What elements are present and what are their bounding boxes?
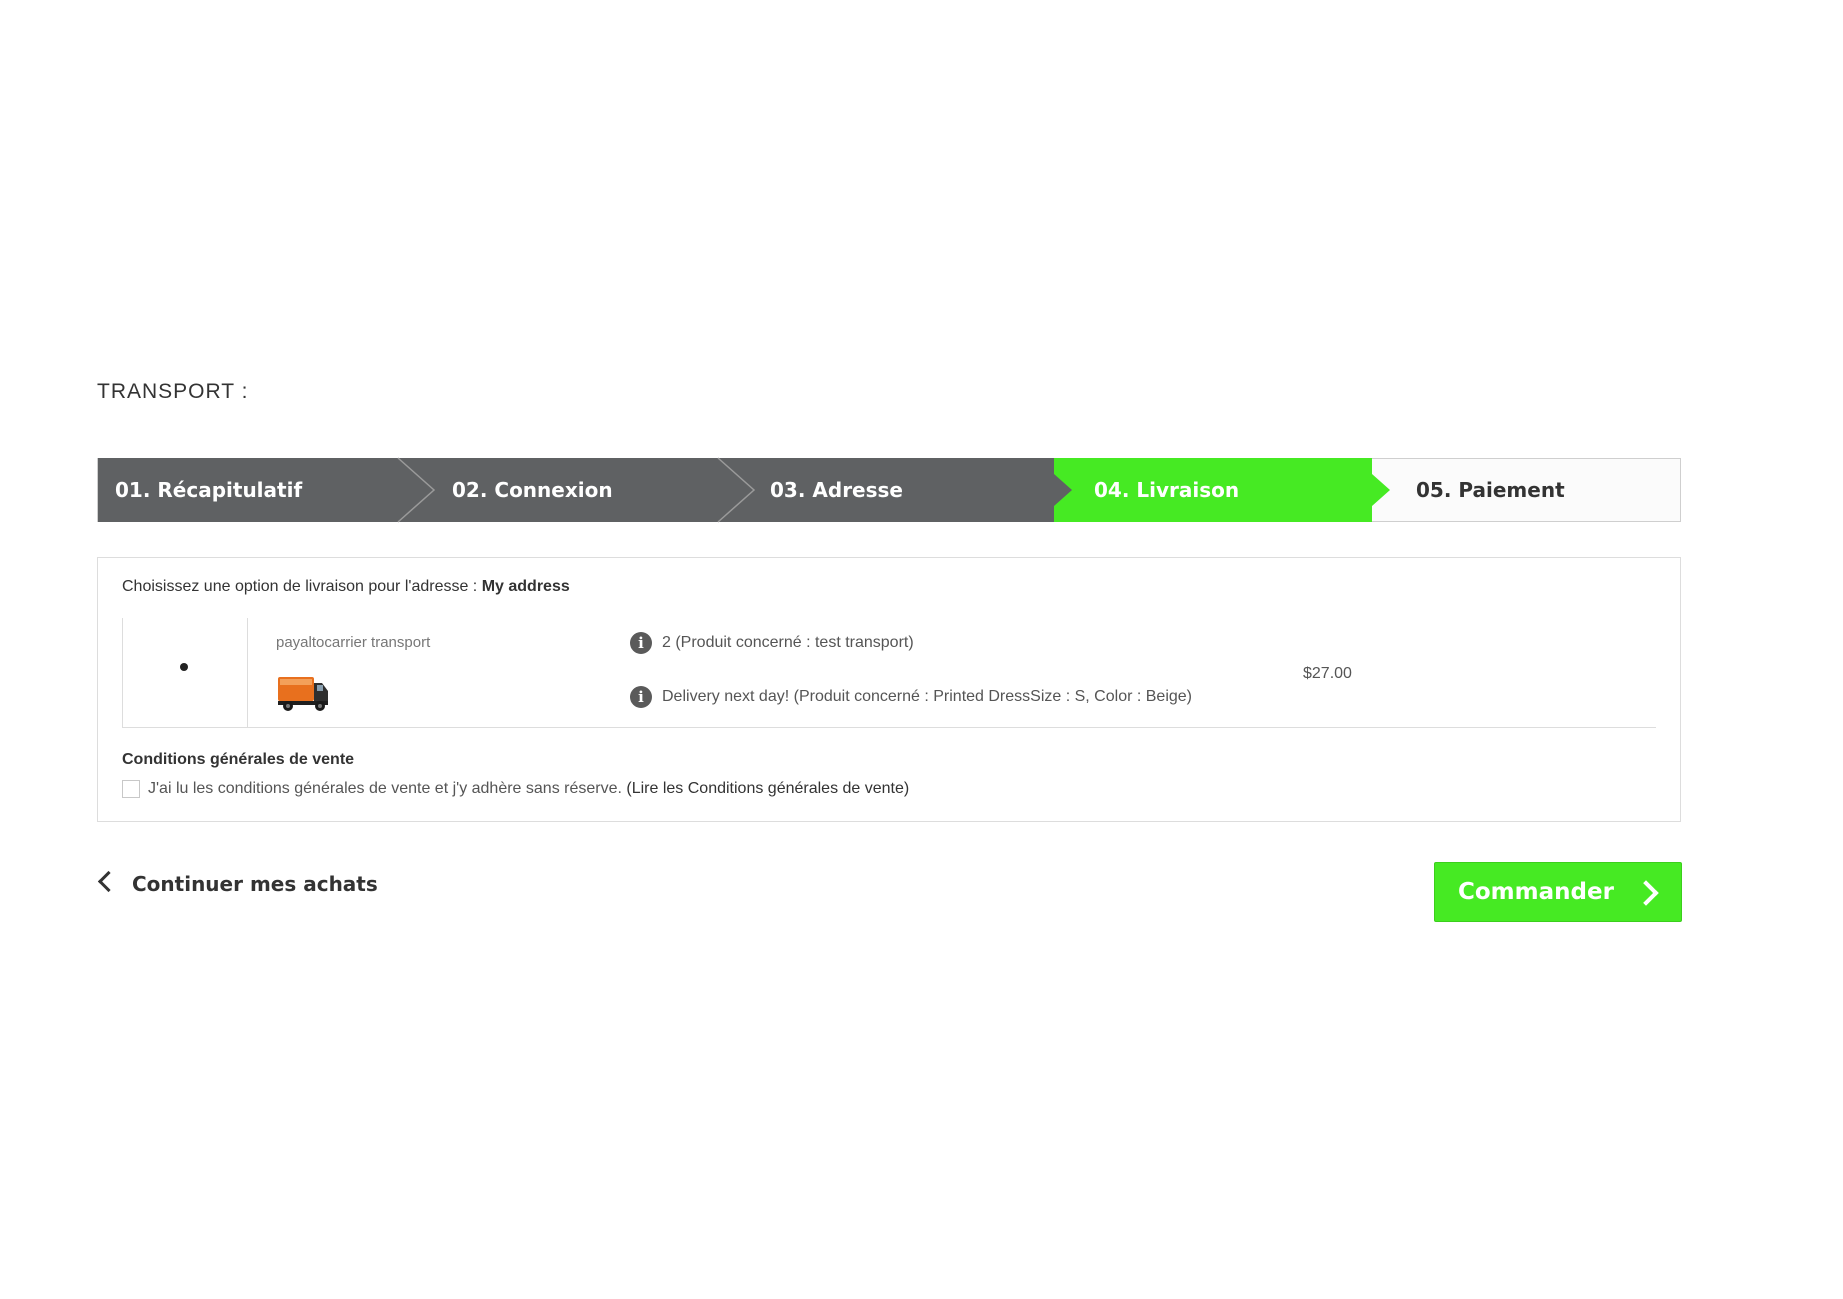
order-button-label: Commander xyxy=(1458,879,1614,905)
delivery-options-panel: Choisissez une option de livraison pour … xyxy=(97,557,1681,822)
delivery-option-row: payaltocarrier transport i 2 (Produit con… xyxy=(122,618,1656,728)
page-heading: TRANSPORT : xyxy=(97,380,249,403)
step-label: 04. Livraison xyxy=(1094,478,1240,502)
chevron-right-icon xyxy=(1633,880,1659,906)
terms-agreement: J'ai lu les conditions générales de vent… xyxy=(122,780,909,798)
delivery-price: $27.00 xyxy=(1303,665,1352,682)
delivery-question-text: Choisissez une option de livraison pour … xyxy=(122,578,478,595)
delivery-option-radio[interactable] xyxy=(123,618,248,727)
info-icon: i xyxy=(630,632,652,654)
step-label: 02. Connexion xyxy=(452,478,613,502)
checkout-steps: 01. Récapitulatif 02. Connexion 03. Adre… xyxy=(97,457,1681,523)
step-separator xyxy=(397,457,436,523)
step-paiement[interactable]: 05. Paiement xyxy=(1372,458,1680,522)
radio-dot xyxy=(180,663,188,671)
step-separator xyxy=(1036,458,1072,522)
delivery-address-name: My address xyxy=(481,578,570,595)
terms-agree-text: J'ai lu les conditions générales de vent… xyxy=(148,780,622,797)
order-button[interactable]: Commander xyxy=(1434,862,1682,922)
carrier-name: payaltocarrier transport xyxy=(276,634,431,651)
step-separator xyxy=(1354,458,1390,522)
delay-text: Delivery next day! (Produit concerné : P… xyxy=(662,688,1192,705)
continue-shopping-link[interactable]: Continuer mes achats xyxy=(97,870,378,896)
step-recapitulatif[interactable]: 01. Récapitulatif xyxy=(98,458,418,522)
step-connexion[interactable]: 02. Connexion xyxy=(418,458,736,522)
step-livraison[interactable]: 04. Livraison xyxy=(1054,458,1372,522)
step-label: 03. Adresse xyxy=(770,478,903,502)
delay-text: 2 (Produit concerné : test transport) xyxy=(662,634,914,651)
step-label: 01. Récapitulatif xyxy=(115,478,303,502)
info-icon: i xyxy=(630,686,652,708)
step-adresse[interactable]: 03. Adresse xyxy=(736,458,1054,522)
delivery-delay: i 2 (Produit concerné : test transport) xyxy=(630,632,914,654)
delivery-truck-icon xyxy=(278,677,328,711)
delivery-question: Choisissez une option de livraison pour … xyxy=(122,578,570,596)
chevron-left-icon xyxy=(97,870,120,893)
continue-shopping-label: Continuer mes achats xyxy=(132,872,378,896)
delivery-delay: i Delivery next day! (Produit concerné : … xyxy=(630,686,1192,708)
step-label: 05. Paiement xyxy=(1416,478,1565,502)
terms-link[interactable]: (Lire les Conditions générales de vente) xyxy=(626,780,909,797)
step-separator xyxy=(717,457,756,523)
terms-checkbox[interactable] xyxy=(122,780,140,798)
terms-title: Conditions générales de vente xyxy=(122,751,355,768)
